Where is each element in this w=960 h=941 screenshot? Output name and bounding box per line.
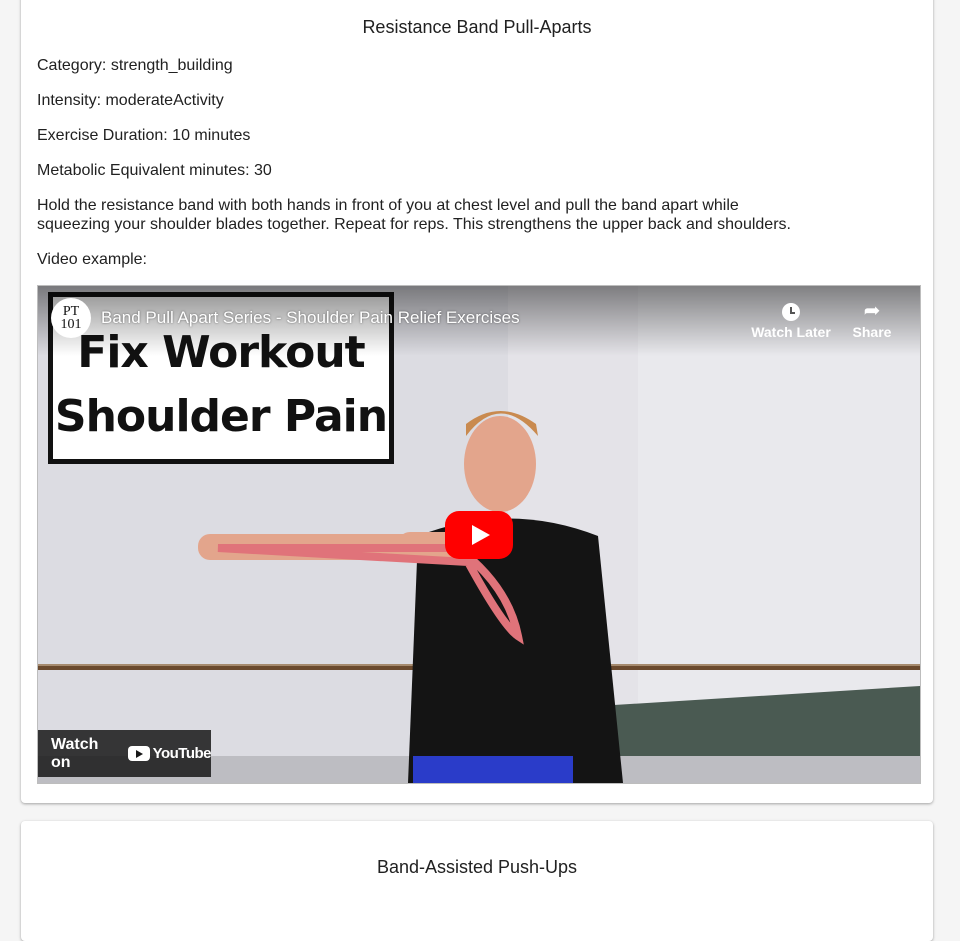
video-example-label: Video example: <box>37 251 147 268</box>
watch-on-label: Watch on <box>51 735 99 771</box>
share-label: Share <box>852 324 892 340</box>
play-button[interactable] <box>445 511 513 559</box>
exercise-category: Category: strength_building <box>37 57 233 74</box>
share-button[interactable]: ➦ Share <box>830 298 914 340</box>
youtube-logo-icon <box>127 746 150 761</box>
youtube-label: YouTube <box>152 745 212 762</box>
exercise-intensity: Intensity: moderateActivity <box>37 92 224 109</box>
watch-on-youtube-button[interactable]: Watch on YouTube <box>38 730 212 777</box>
exercise-description: Hold the resistance band with both hands… <box>37 197 791 233</box>
exercise-title: Resistance Band Pull-Aparts <box>362 17 592 37</box>
clock-icon <box>782 302 800 321</box>
exercise-card: Band-Assisted Push-Ups <box>21 821 933 941</box>
video-title-link[interactable]: Band Pull Apart Series - Shoulder Pain R… <box>101 308 520 328</box>
watch-later-button[interactable]: Watch Later <box>749 298 833 340</box>
exercise-card: Resistance Band Pull-Aparts Category: st… <box>21 0 933 803</box>
exercise-met-minutes: Metabolic Equivalent minutes: 30 <box>37 162 272 179</box>
share-arrow-icon: ➦ <box>863 300 881 322</box>
youtube-logo: YouTube <box>127 745 212 762</box>
watch-later-label: Watch Later <box>751 324 831 340</box>
channel-logo[interactable]: PT 101 <box>51 298 91 338</box>
exercise-duration: Exercise Duration: 10 minutes <box>37 127 251 144</box>
exercise-title: Band-Assisted Push-Ups <box>376 857 578 877</box>
youtube-video-embed[interactable]: Fix Workout Shoulder Pain PT 101 Band Pu… <box>37 285 921 784</box>
thumbnail-line-2: Shoulder Pain <box>54 391 388 442</box>
